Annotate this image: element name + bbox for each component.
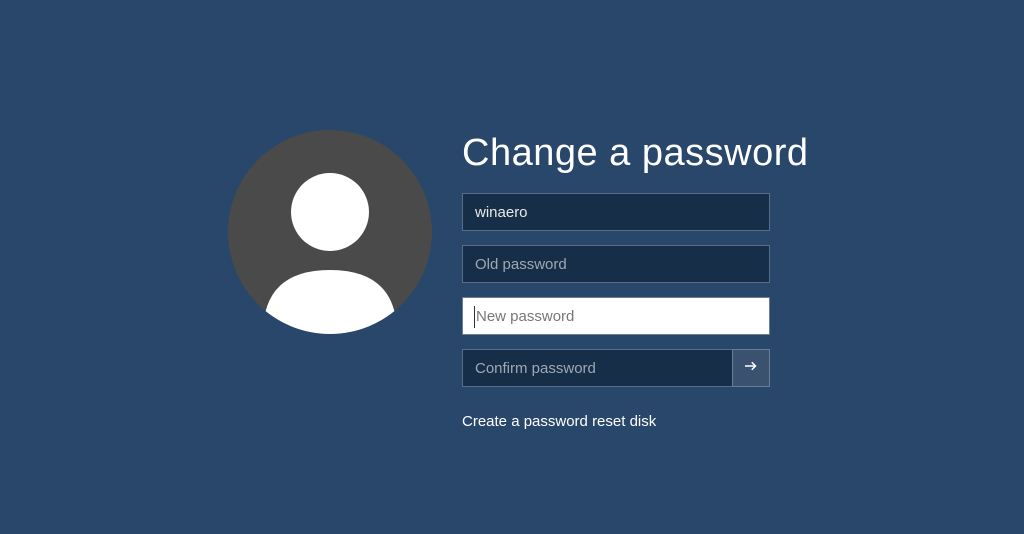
- new-password-placeholder: New password: [476, 308, 574, 325]
- old-password-field[interactable]: Old password: [462, 245, 770, 283]
- confirm-password-placeholder: Confirm password: [475, 360, 596, 377]
- text-caret: [474, 306, 475, 328]
- page-title: Change a password: [462, 132, 809, 175]
- arrow-right-icon: [742, 357, 760, 380]
- username-field[interactable]: winaero: [462, 193, 770, 231]
- form-area: Change a password winaero Old password N…: [462, 130, 809, 430]
- submit-button[interactable]: [732, 349, 770, 387]
- confirm-row: Confirm password: [462, 349, 770, 387]
- confirm-password-field[interactable]: Confirm password: [462, 349, 732, 387]
- password-reset-disk-link[interactable]: Create a password reset disk: [462, 413, 809, 430]
- user-avatar-icon: [228, 130, 432, 334]
- change-password-panel: Change a password winaero Old password N…: [228, 130, 809, 430]
- old-password-placeholder: Old password: [475, 256, 567, 273]
- username-value: winaero: [475, 204, 528, 221]
- new-password-field[interactable]: New password: [462, 297, 770, 335]
